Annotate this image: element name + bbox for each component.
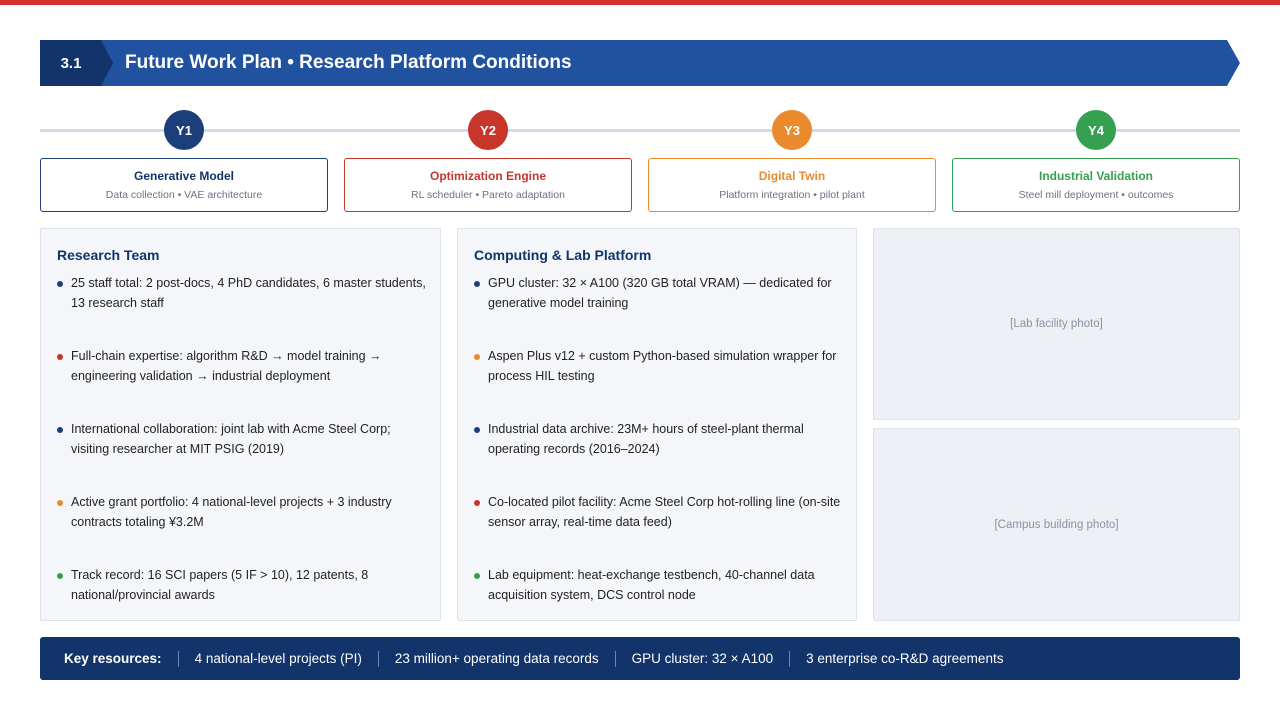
list-item: Aspen Plus v12 + custom Python-based sim… (474, 347, 842, 420)
timeline-line (40, 129, 1240, 132)
research-team-panel: Research Team 25 staff total: 2 post-doc… (40, 228, 441, 621)
list-item-text: 25 staff total: 2 post-docs, 4 PhD candi… (71, 276, 426, 310)
bullet-dot-icon (57, 427, 63, 433)
footer-divider (789, 650, 791, 667)
footer-item: 4 national-level projects (PI) (194, 651, 362, 666)
list-item-text: Track record: 16 SCI papers (5 IF > 10),… (71, 568, 369, 602)
footer-item: 3 enterprise co-R&D agreements (806, 651, 1004, 666)
phase-title: Industrial Validation (1038, 169, 1154, 183)
list-item: Track record: 16 SCI papers (5 IF > 10),… (57, 566, 426, 639)
list-item: Lab equipment: heat-exchange testbench, … (474, 566, 842, 639)
footer-item: 23 million+ operating data records (394, 651, 599, 666)
section-banner: 3.1 Future Work Plan • Research Platform… (40, 40, 1240, 86)
lab-photo-placeholder: [Lab facility photo] (873, 228, 1240, 420)
bullet-dot-icon (57, 573, 63, 579)
phase-card-y4: Industrial Validation Steel mill deployme… (952, 158, 1240, 212)
list-item: Industrial data archive: 23M+ hours of s… (474, 420, 842, 493)
list-item-text: Full-chain expertise: algorithm R&D → mo… (71, 349, 382, 383)
list-item: Active grant portfolio: 4 national-level… (57, 493, 426, 566)
top-accent-bar (0, 0, 1280, 5)
list-item: 25 staff total: 2 post-docs, 4 PhD candi… (57, 274, 426, 347)
year-marker-y1: Y1 (164, 110, 204, 150)
bullet-dot-icon (474, 573, 480, 579)
key-resources-bar: Key resources: 4 national-level projects… (40, 637, 1240, 680)
year-marker-y2: Y2 (468, 110, 508, 150)
list-item: Full-chain expertise: algorithm R&D → mo… (57, 347, 426, 420)
footer-item: GPU cluster: 32 × A100 (631, 651, 774, 666)
bullet-dot-icon (57, 354, 63, 360)
list-item-text: Industrial data archive: 23M+ hours of s… (488, 422, 804, 456)
bullet-dot-icon (57, 281, 63, 287)
phase-title: Optimization Engine (430, 169, 546, 183)
page-title: Future Work Plan • Research Platform Con… (101, 40, 1227, 86)
campus-photo-placeholder: [Campus building photo] (873, 428, 1240, 621)
phase-card-y2: Optimization Engine RL scheduler • Pareto… (344, 158, 632, 212)
banner-arrow (1227, 40, 1240, 86)
phase-subtitle: RL scheduler • Pareto adaptation (411, 189, 565, 201)
computing-platform-panel: Computing & Lab Platform GPU cluster: 32… (457, 228, 857, 621)
bullet-dot-icon (474, 427, 480, 433)
list-item-text: Lab equipment: heat-exchange testbench, … (488, 568, 815, 602)
year-marker-y3: Y3 (772, 110, 812, 150)
list-item-text: Aspen Plus v12 + custom Python-based sim… (488, 349, 837, 383)
list-item-text: International collaboration: joint lab w… (71, 422, 391, 456)
list-item: GPU cluster: 32 × A100 (320 GB total VRA… (474, 274, 842, 347)
bullet-dot-icon (474, 500, 480, 506)
phase-card-y1: Generative Model Data collection • VAE ar… (40, 158, 328, 212)
phase-title: Generative Model (133, 169, 235, 183)
phase-subtitle: Steel mill deployment • outcomes (1018, 189, 1174, 201)
bullet-dot-icon (474, 281, 480, 287)
phase-subtitle: Data collection • VAE architecture (105, 189, 263, 201)
bullet-dot-icon (57, 500, 63, 506)
footer-label: Key resources: (64, 651, 162, 666)
panel-title: Research Team (57, 247, 160, 263)
list-item-text: GPU cluster: 32 × A100 (320 GB total VRA… (488, 276, 832, 310)
phase-title: Digital Twin (758, 169, 826, 183)
phase-card-y3: Digital Twin Platform integration • pilot… (648, 158, 936, 212)
research-team-list: 25 staff total: 2 post-docs, 4 PhD candi… (57, 274, 426, 639)
footer-divider (377, 650, 379, 667)
computing-platform-list: GPU cluster: 32 × A100 (320 GB total VRA… (474, 274, 842, 639)
panel-title: Computing & Lab Platform (474, 247, 652, 263)
footer-divider (177, 650, 179, 667)
list-item: International collaboration: joint lab w… (57, 420, 426, 493)
list-item-text: Co-located pilot facility: Acme Steel Co… (488, 495, 841, 529)
phase-subtitle: Platform integration • pilot plant (719, 189, 865, 201)
bullet-dot-icon (474, 354, 480, 360)
footer-divider (614, 650, 616, 667)
list-item-text: Active grant portfolio: 4 national-level… (71, 495, 392, 529)
year-marker-y4: Y4 (1076, 110, 1116, 150)
section-number: 3.1 (40, 40, 102, 86)
list-item: Co-located pilot facility: Acme Steel Co… (474, 493, 842, 566)
